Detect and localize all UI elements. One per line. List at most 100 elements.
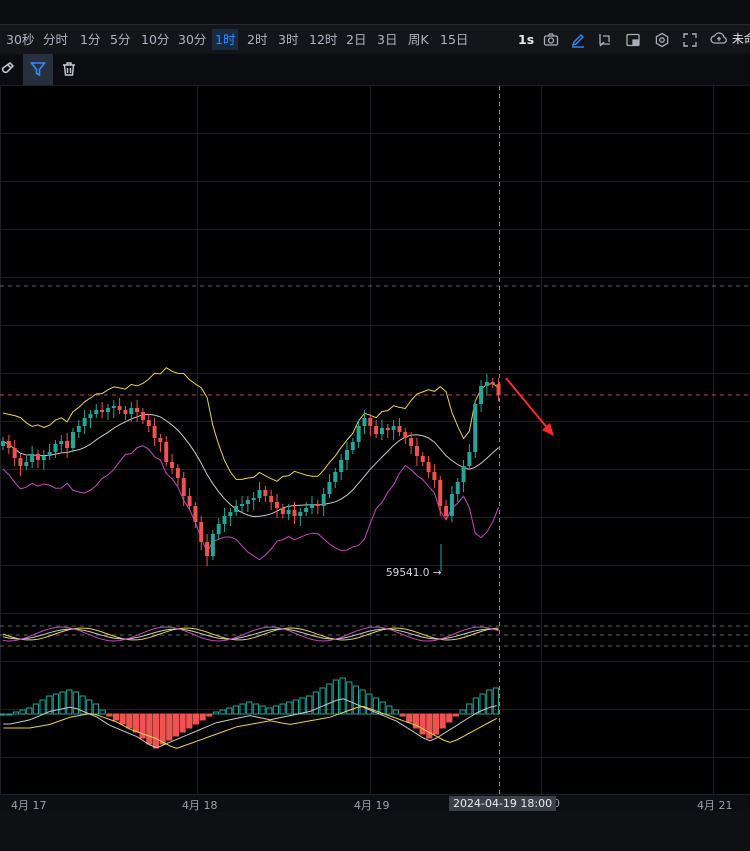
candle-body <box>117 406 122 410</box>
time-label-apr19: 4月 19 <box>354 799 390 812</box>
candle-body <box>432 472 437 480</box>
macd-bar <box>446 713 453 723</box>
macd-bar <box>219 709 226 715</box>
tf-2h[interactable]: 2时 <box>244 29 270 50</box>
tf-1h[interactable]: 1时 <box>212 29 239 50</box>
macd-bar <box>212 711 220 715</box>
candle-body <box>53 444 58 452</box>
interval-1s-button[interactable]: 1s <box>515 29 537 50</box>
tf-15d[interactable]: 15日 <box>437 29 471 50</box>
drawing-subtoolbar <box>0 54 750 86</box>
candle-body <box>41 456 46 460</box>
candle-body <box>30 454 35 462</box>
macd-bar <box>59 691 66 715</box>
macd-bar <box>159 713 166 745</box>
candle-body <box>152 426 157 438</box>
crosshair-time-label: 2024-04-19 18:00 <box>449 796 557 811</box>
candle-body <box>309 504 314 508</box>
time-label-apr18: 4月 18 <box>182 799 218 812</box>
tf-1m[interactable]: 1分 <box>77 29 103 50</box>
tf-minute-line[interactable]: 分时 <box>40 29 71 50</box>
layout-icon[interactable] <box>623 30 643 50</box>
time-label-apr17: 4月 17 <box>11 799 47 812</box>
candle-body <box>222 516 227 524</box>
macd-bar <box>72 691 80 715</box>
tf-30s[interactable]: 30秒 <box>3 29 37 50</box>
filter-icon[interactable] <box>23 54 53 85</box>
candle-body <box>397 426 402 432</box>
candle-body <box>344 450 349 460</box>
candle-body <box>479 386 484 404</box>
candle-body <box>82 418 87 426</box>
macd-bar <box>312 691 319 715</box>
indicator-lines <box>2 367 500 642</box>
candle-body <box>35 454 40 460</box>
candle-body <box>47 452 52 456</box>
candle-body <box>140 412 145 420</box>
macd-bar <box>399 713 406 717</box>
camera-icon[interactable] <box>541 30 561 50</box>
macd-bar <box>192 713 200 725</box>
candle-body <box>228 512 233 516</box>
time-axis: 4月 17 4月 18 4月 19 20 4月 21 2024-04-19 18… <box>0 794 750 812</box>
chart-grid <box>0 86 750 795</box>
candle-body <box>356 426 361 442</box>
candle-body <box>193 506 198 522</box>
candle-body <box>496 384 501 395</box>
osc-line-d <box>2 628 499 640</box>
macd-bar <box>112 713 120 721</box>
crop-icon[interactable] <box>595 30 615 50</box>
candle-body <box>111 406 116 408</box>
candle-body <box>164 442 169 462</box>
tf-10m[interactable]: 10分 <box>138 29 172 50</box>
candle-body <box>298 512 303 516</box>
macd-bar <box>39 699 46 715</box>
tf-week[interactable]: 周K <box>405 29 432 50</box>
tf-3h[interactable]: 3时 <box>275 29 301 50</box>
macd-bar <box>492 687 499 715</box>
macd-bar <box>319 687 326 715</box>
macd-panel <box>0 677 499 749</box>
macd-bar <box>172 713 180 737</box>
candle-body <box>374 426 379 434</box>
candle-body <box>187 496 192 506</box>
macd-bar <box>426 713 433 739</box>
macd-bar <box>126 713 133 729</box>
magnet-icon[interactable] <box>0 54 22 85</box>
candle-body <box>88 414 93 418</box>
cloud-save-button[interactable]: 未命 <box>710 29 750 50</box>
fullscreen-icon[interactable] <box>680 30 700 50</box>
tf-5m[interactable]: 5分 <box>107 29 133 50</box>
candle-body <box>146 420 151 426</box>
candle-body <box>327 482 332 494</box>
tf-2d[interactable]: 2日 <box>343 29 369 50</box>
macd-bar <box>452 713 459 717</box>
macd-bar <box>186 713 193 729</box>
macd-bar <box>266 707 273 715</box>
candle-body <box>420 456 425 462</box>
tf-12h[interactable]: 12时 <box>306 29 340 50</box>
macd-bar <box>119 713 126 725</box>
trash-icon[interactable] <box>54 54 84 85</box>
macd-bar <box>472 697 479 715</box>
candle-body <box>100 410 105 412</box>
price-chart[interactable]: 59541.0 → <box>0 86 750 795</box>
candle-body <box>205 542 210 556</box>
candle-body <box>275 502 280 508</box>
candle-body <box>379 428 384 434</box>
candle-body <box>1 441 5 446</box>
macd-bar <box>132 713 140 733</box>
candle-body <box>321 494 326 506</box>
boll-lower-line <box>2 445 500 561</box>
pen-icon[interactable] <box>568 30 588 50</box>
tf-30m[interactable]: 30分 <box>175 29 209 50</box>
candle-body <box>490 382 495 384</box>
settings-icon[interactable] <box>652 30 672 50</box>
candle-body <box>368 418 373 426</box>
candle-body <box>403 432 408 438</box>
macd-bar <box>419 713 426 735</box>
candle-body <box>444 506 449 516</box>
tf-3d[interactable]: 3日 <box>374 29 400 50</box>
candle-body <box>426 462 431 472</box>
candle-body <box>240 504 245 506</box>
